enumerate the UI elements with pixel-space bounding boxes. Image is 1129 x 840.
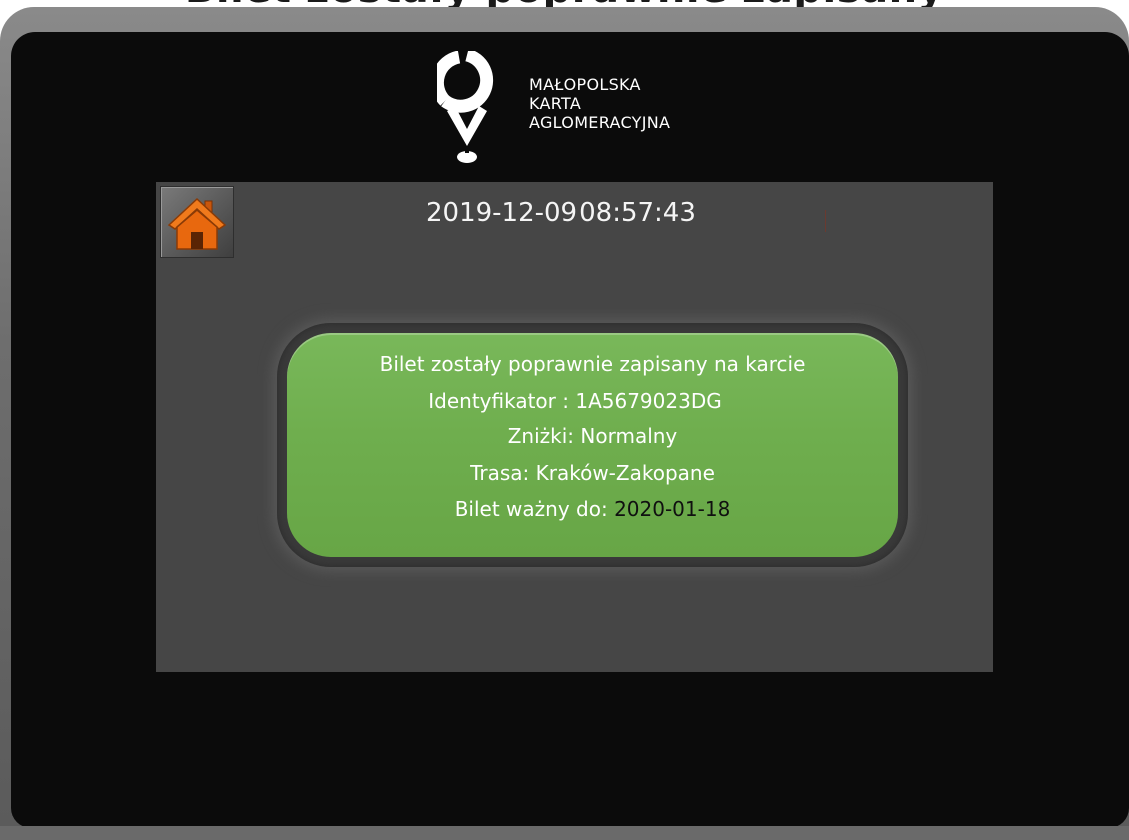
message-line-valid-until: Bilet ważny do: 2020-01-18 — [287, 497, 898, 521]
logo-line-2: KARTA — [529, 94, 582, 113]
location-pin-logo-icon — [437, 51, 494, 163]
current-time: 08:57:43 — [579, 198, 696, 228]
valid-until-label: Bilet ważny do: — [454, 497, 615, 521]
route-value: Kraków-Zakopane — [535, 461, 715, 485]
main-panel: 2019-12-0908:57:43 Bilet zostały poprawn… — [156, 182, 993, 672]
logo-wordmark: MAŁOPOLSKA KARTA AGLOMERACYJNA — [529, 75, 670, 132]
kiosk-screenshot: Bilet zostały poprawnie zapisany MAŁOPOL… — [0, 0, 1129, 840]
home-button[interactable] — [160, 186, 234, 258]
valid-until-value: 2020-01-18 — [614, 497, 731, 521]
message-line-identifier: Identyfikator : 1A5679023DG — [252, 389, 898, 413]
route-label: Trasa: — [470, 461, 536, 485]
home-icon — [167, 197, 227, 250]
discount-value: Normalny — [580, 424, 678, 448]
message-frame: Bilet zostały poprawnie zapisany na karc… — [277, 323, 908, 567]
message-line-discount: Zniżki: Normalny — [287, 424, 898, 448]
logo-line-3: AGLOMERACYJNA — [529, 113, 671, 132]
success-message-box: Bilet zostały poprawnie zapisany na karc… — [287, 333, 898, 557]
identifier-value: 1A5679023DG — [575, 389, 722, 413]
current-date: 2019-12-09 — [426, 198, 578, 228]
identifier-label: Identyfikator : — [428, 389, 576, 413]
date-time-display: 2019-12-0908:57:43 — [426, 198, 696, 228]
device-bottom-bezel — [0, 826, 1129, 840]
message-line-route: Trasa: Kraków-Zakopane — [287, 461, 898, 485]
logo-line-1: MAŁOPOLSKA — [529, 75, 641, 94]
discount-label: Zniżki: — [507, 424, 581, 448]
message-line-saved: Bilet zostały poprawnie zapisany na karc… — [379, 352, 806, 376]
divider-mark — [825, 210, 826, 232]
